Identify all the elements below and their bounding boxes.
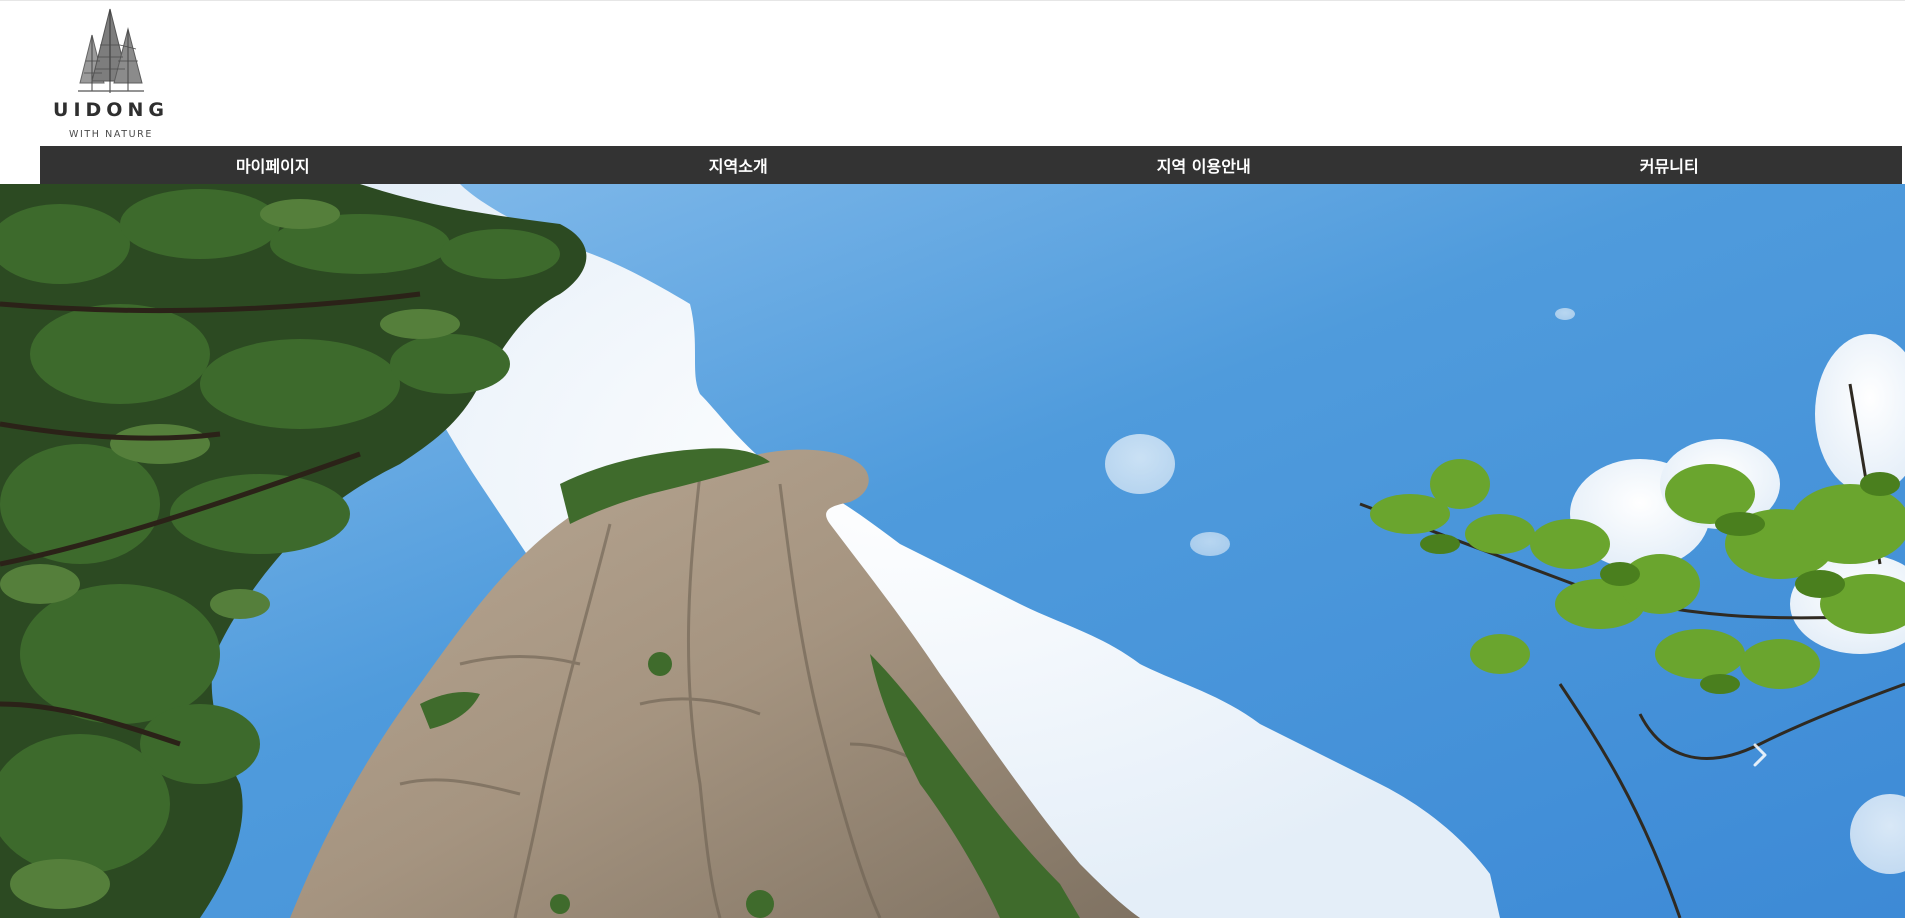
nav-item-community[interactable]: 커뮤니티 [1437, 146, 1903, 184]
page: UIDONG WITH NATURE 마이페이지 지역소개 지역 이용안내 커뮤… [0, 0, 1905, 918]
nav-item-region-intro[interactable]: 지역소개 [506, 146, 972, 184]
brand-title: UIDONG [53, 99, 169, 121]
chevron-right-icon[interactable] [1745, 737, 1775, 773]
main-nav: 마이페이지 지역소개 지역 이용안내 커뮤니티 [40, 146, 1902, 184]
nav-item-mypage[interactable]: 마이페이지 [40, 146, 506, 184]
brand-subtitle: WITH NATURE [69, 129, 153, 140]
hero-slider [0, 184, 1905, 918]
site-logo[interactable]: UIDONG WITH NATURE [48, 5, 174, 143]
site-header: UIDONG WITH NATURE [0, 0, 1905, 146]
pine-trees-logo-icon [78, 8, 144, 93]
hero-mountain-image [0, 184, 1905, 918]
nav-item-region-guide[interactable]: 지역 이용안내 [971, 146, 1437, 184]
